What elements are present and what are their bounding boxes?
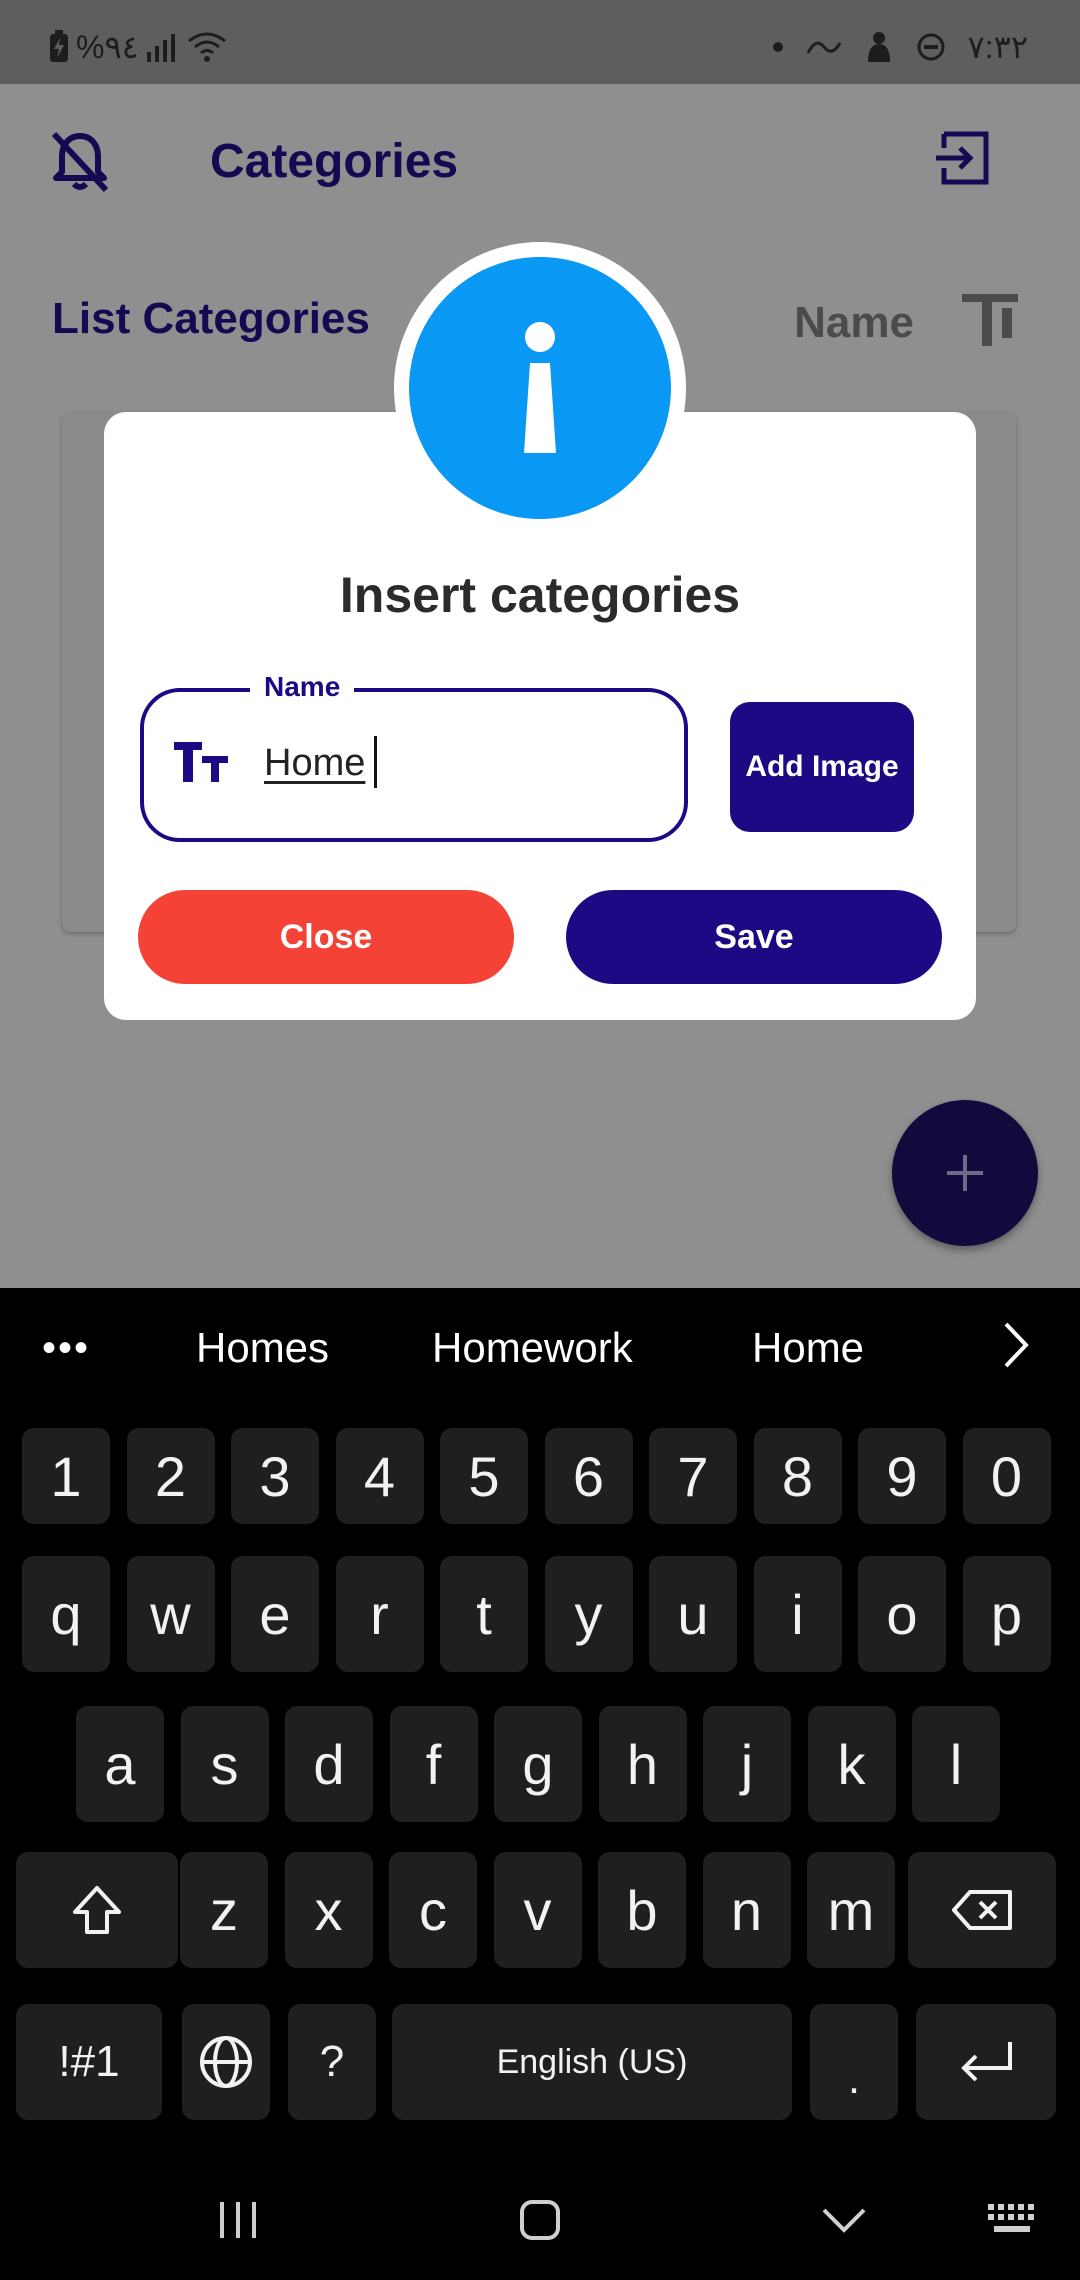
add-image-button[interactable]: Add Image: [730, 702, 914, 832]
suggestion-item[interactable]: Home: [752, 1324, 864, 1372]
key-0[interactable]: 0: [962, 1428, 1051, 1524]
keyboard-switch-icon[interactable]: [974, 2190, 1054, 2250]
suggestion-item[interactable]: Homework: [432, 1324, 633, 1372]
suggestion-item[interactable]: Homes: [196, 1324, 329, 1372]
key-i[interactable]: i: [753, 1556, 842, 1672]
globe-icon: [200, 2036, 252, 2088]
key-g[interactable]: g: [494, 1706, 582, 1822]
key-r[interactable]: r: [335, 1556, 424, 1672]
key-9[interactable]: 9: [858, 1428, 946, 1524]
key-b[interactable]: b: [598, 1852, 686, 1968]
backspace-icon: [952, 1890, 1012, 1930]
symbols-key[interactable]: !#1: [16, 2004, 162, 2120]
shift-key[interactable]: [16, 1852, 178, 1968]
app-top-bar: Categories: [0, 84, 1080, 244]
key-8[interactable]: 8: [753, 1428, 842, 1524]
enter-icon: [961, 2042, 1012, 2082]
shift-icon: [73, 1886, 121, 1934]
save-button[interactable]: Save: [566, 890, 942, 984]
key-o[interactable]: o: [858, 1556, 946, 1672]
key-k[interactable]: k: [807, 1706, 896, 1822]
key-6[interactable]: 6: [544, 1428, 633, 1524]
key-f[interactable]: f: [389, 1706, 478, 1822]
language-key[interactable]: [182, 2004, 270, 2120]
key-n[interactable]: n: [702, 1852, 791, 1968]
signature-icon: [806, 35, 842, 59]
dot-icon: [772, 41, 784, 53]
key-z[interactable]: z: [180, 1852, 268, 1968]
key-7[interactable]: 7: [649, 1428, 737, 1524]
suggestion-bar: ••• Homes Homework Home: [0, 1288, 1080, 1408]
bell-off-icon[interactable]: [44, 126, 116, 198]
period-key[interactable]: .: [810, 2004, 898, 2120]
key-l[interactable]: l: [912, 1706, 1000, 1822]
battery-charging-icon: [48, 30, 70, 64]
enter-key[interactable]: [916, 2004, 1056, 2120]
backspace-key[interactable]: [908, 1852, 1056, 1968]
key-s[interactable]: s: [180, 1706, 269, 1822]
logout-icon[interactable]: [934, 128, 994, 188]
category-name-input[interactable]: Home: [264, 742, 365, 785]
list-categories-heading: List Categories: [52, 294, 370, 343]
question-key[interactable]: ?: [288, 2004, 376, 2120]
key-4[interactable]: 4: [335, 1428, 424, 1524]
key-5[interactable]: 5: [440, 1428, 528, 1524]
more-options-button[interactable]: •••: [42, 1326, 90, 1371]
system-nav-bar: [0, 2160, 1080, 2280]
name-field-label: Name: [250, 671, 355, 703]
key-c[interactable]: c: [389, 1852, 477, 1968]
battery-level: %٩٤: [76, 29, 139, 65]
key-x[interactable]: x: [284, 1852, 373, 1968]
key-h[interactable]: h: [598, 1706, 687, 1822]
soft-keyboard: ••• Homes Homework Home 1234567890 qwerty…: [0, 1288, 1080, 2280]
chevron-right-icon[interactable]: [996, 1320, 1036, 1370]
text-size-icon: [172, 738, 232, 788]
key-u[interactable]: u: [649, 1556, 737, 1672]
sort-text-icon[interactable]: [958, 288, 1022, 352]
key-m[interactable]: m: [807, 1852, 895, 1968]
close-button[interactable]: Close: [138, 890, 514, 984]
recents-icon[interactable]: [198, 2190, 278, 2250]
key-q[interactable]: q: [22, 1556, 110, 1672]
key-e[interactable]: e: [231, 1556, 319, 1672]
sort-label[interactable]: Name: [794, 298, 914, 348]
key-2[interactable]: 2: [126, 1428, 215, 1524]
key-t[interactable]: t: [440, 1556, 528, 1672]
key-1[interactable]: 1: [22, 1428, 110, 1524]
wifi-icon: [187, 31, 227, 63]
hide-keyboard-icon[interactable]: [804, 2190, 884, 2250]
signal-icon: [145, 32, 181, 62]
key-a[interactable]: a: [76, 1706, 164, 1822]
clock: ٧:٣٢: [967, 29, 1028, 65]
dialog-title: Insert categories: [339, 567, 741, 623]
key-y[interactable]: y: [544, 1556, 633, 1672]
page-title: Categories: [210, 135, 459, 188]
text-cursor: [374, 736, 377, 788]
do-not-disturb-icon: [916, 32, 946, 62]
key-w[interactable]: w: [126, 1556, 215, 1672]
key-p[interactable]: p: [962, 1556, 1051, 1672]
status-left: %٩٤: [48, 28, 227, 66]
info-icon: [409, 257, 671, 519]
key-d[interactable]: d: [285, 1706, 373, 1822]
plus-icon: [947, 1155, 983, 1191]
key-v[interactable]: v: [493, 1852, 582, 1968]
key-j[interactable]: j: [703, 1706, 791, 1822]
space-key[interactable]: English (US): [392, 2004, 792, 2120]
status-bar: %٩٤ ٧:٣٢: [0, 0, 1080, 84]
home-icon[interactable]: [500, 2190, 580, 2250]
status-right: ٧:٣٢: [772, 28, 1028, 66]
add-category-fab[interactable]: [892, 1100, 1038, 1246]
key-3[interactable]: 3: [231, 1428, 319, 1524]
notification-app-icon: [864, 30, 894, 64]
